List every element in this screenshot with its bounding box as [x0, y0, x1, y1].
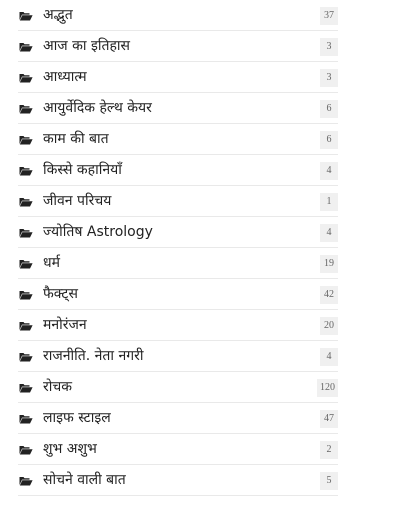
folder-open-icon — [19, 104, 33, 114]
category-link[interactable]: काम की बात — [43, 130, 109, 148]
post-count-badge: 1 — [320, 193, 338, 211]
post-count-badge: 19 — [320, 255, 338, 273]
category-link[interactable]: रोचक — [43, 378, 72, 396]
post-count-badge: 6 — [320, 131, 338, 149]
folder-open-icon — [19, 259, 33, 269]
folder-open-icon — [19, 414, 33, 424]
list-item[interactable]: काम की बात 6 — [18, 124, 338, 155]
category-link[interactable]: मनोरंजन — [43, 316, 87, 334]
list-item[interactable]: ज्योतिष Astrology 4 — [18, 217, 338, 248]
post-count-badge: 20 — [320, 317, 338, 335]
list-item[interactable]: शुभ अशुभ 2 — [18, 434, 338, 465]
category-link[interactable]: सोचने वाली बात — [43, 471, 126, 489]
folder-open-icon — [19, 290, 33, 300]
post-count-badge: 6 — [320, 100, 338, 118]
folder-open-icon — [19, 42, 33, 52]
post-count-badge: 37 — [320, 7, 338, 25]
category-link[interactable]: आध्यात्म — [43, 68, 87, 86]
category-link[interactable]: शुभ अशुभ — [43, 440, 97, 458]
list-item[interactable]: धर्म 19 — [18, 248, 338, 279]
list-item[interactable]: मनोरंजन 20 — [18, 310, 338, 341]
folder-open-icon — [19, 352, 33, 362]
list-item[interactable]: आयुर्वेदिक हेल्थ केयर 6 — [18, 93, 338, 124]
post-count-badge: 3 — [320, 38, 338, 56]
category-link[interactable]: अद्भुत — [43, 6, 73, 24]
category-link[interactable]: लाइफ स्टाइल — [43, 409, 111, 427]
post-count-badge: 3 — [320, 69, 338, 87]
post-count-badge: 4 — [320, 224, 338, 242]
list-item[interactable]: लाइफ स्टाइल 47 — [18, 403, 338, 434]
category-link[interactable]: किस्से कहानियाँ — [43, 161, 122, 179]
post-count-badge: 47 — [320, 410, 338, 428]
folder-open-icon — [19, 228, 33, 238]
category-link[interactable]: फैक्ट्स — [43, 285, 78, 303]
folder-open-icon — [19, 166, 33, 176]
category-link[interactable]: आज का इतिहास — [43, 37, 130, 55]
folder-open-icon — [19, 11, 33, 21]
post-count-badge: 2 — [320, 441, 338, 459]
list-item[interactable]: आज का इतिहास 3 — [18, 31, 338, 62]
list-item[interactable]: आध्यात्म 3 — [18, 62, 338, 93]
post-count-badge: 4 — [320, 162, 338, 180]
category-link[interactable]: धर्म — [43, 254, 60, 272]
list-item[interactable]: फैक्ट्स 42 — [18, 279, 338, 310]
folder-open-icon — [19, 445, 33, 455]
folder-open-icon — [19, 197, 33, 207]
category-list: अद्भुत 37 आज का इतिहास 3 आध्यात्म 3 आयुर्वेदिक… — [18, 0, 338, 496]
list-item[interactable]: राजनीति. नेता नगरी 4 — [18, 341, 338, 372]
folder-open-icon — [19, 383, 33, 393]
post-count-badge: 4 — [320, 348, 338, 366]
folder-open-icon — [19, 476, 33, 486]
folder-open-icon — [19, 321, 33, 331]
list-item[interactable]: रोचक 120 — [18, 372, 338, 403]
post-count-badge: 42 — [320, 286, 338, 304]
folder-open-icon — [19, 135, 33, 145]
post-count-badge: 5 — [320, 472, 338, 490]
category-link[interactable]: आयुर्वेदिक हेल्थ केयर — [43, 99, 152, 117]
list-item[interactable]: अद्भुत 37 — [18, 0, 338, 31]
category-link[interactable]: जीवन परिचय — [43, 192, 111, 210]
list-item[interactable]: जीवन परिचय 1 — [18, 186, 338, 217]
list-item[interactable]: किस्से कहानियाँ 4 — [18, 155, 338, 186]
category-link[interactable]: ज्योतिष Astrology — [43, 223, 153, 241]
category-link[interactable]: राजनीति. नेता नगरी — [43, 347, 143, 365]
folder-open-icon — [19, 73, 33, 83]
post-count-badge: 120 — [317, 379, 338, 397]
list-item[interactable]: सोचने वाली बात 5 — [18, 465, 338, 496]
